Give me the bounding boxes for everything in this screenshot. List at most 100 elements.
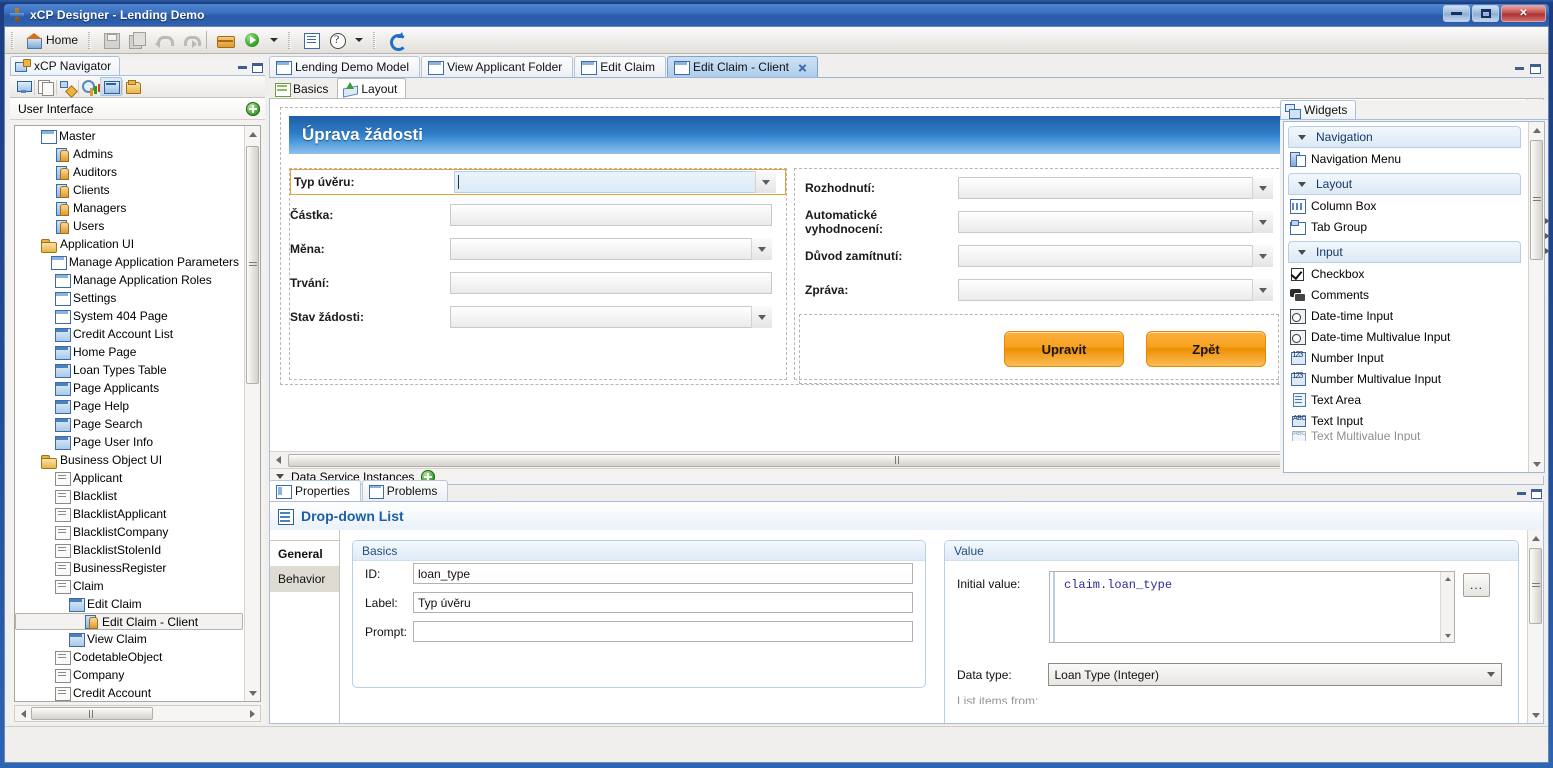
tree-item-claim[interactable]: Claim [15,577,243,595]
palette-group-layout[interactable]: Layout [1288,173,1521,195]
minimize-icon[interactable] [1517,491,1526,495]
triangle-right-icon[interactable] [1545,218,1550,224]
scroll-thumb[interactable] [246,146,259,384]
scroll-right-button[interactable] [244,706,260,721]
field-dropdown[interactable] [450,306,772,328]
palette-item-checkbox[interactable]: Checkbox [1284,263,1527,284]
toolbar-grip[interactable] [288,31,294,49]
tree-item-managers[interactable]: Managers [15,199,243,217]
properties-tab-properties[interactable]: Properties [269,480,361,501]
basics-field-input[interactable] [413,621,913,642]
properties-vertical-scrollbar[interactable] [1527,530,1543,723]
tab-widgets[interactable]: Widgets [1280,100,1357,119]
editor-vertical-scrollbar[interactable] [1440,572,1454,642]
toolbar-grip[interactable] [373,31,379,49]
tree-item-codetableobject[interactable]: CodetableObject [15,648,243,666]
properties-side-tab-behavior[interactable]: Behavior [270,566,339,592]
maximize-icon[interactable] [1531,489,1542,499]
tree-item-auditors[interactable]: Auditors [15,163,243,181]
palette-item-date-time-multivalue-input[interactable]: Date-time Multivalue Input [1284,326,1527,347]
editor-tab-edit-claim-client[interactable]: Edit Claim - Client [666,56,818,77]
tree-item-view-claim[interactable]: View Claim [15,630,243,648]
tree-item-page-help[interactable]: Page Help [15,397,243,415]
maximize-icon[interactable] [252,63,263,73]
tree-item-businessregister[interactable]: BusinessRegister [15,559,243,577]
scroll-up-button[interactable] [245,126,260,142]
tree-item-manage-application-roles[interactable]: Manage Application Roles [15,271,243,289]
browse-button[interactable]: ... [1463,573,1490,597]
dropdown-button[interactable] [751,238,772,260]
palette-item-date-time-input[interactable]: Date-time Input [1284,305,1527,326]
tree-item-blackliststolenid[interactable]: BlacklistStolenId [15,541,243,559]
dropdown-button[interactable] [1252,279,1273,301]
editor-tab-edit-claim[interactable]: Edit Claim [574,56,666,77]
basics-field-input[interactable]: loan_type [413,563,913,584]
dropdown-button[interactable] [755,171,776,193]
tree-item-credit-account-list[interactable]: Credit Account List [15,325,243,343]
triangle-down-icon[interactable] [276,474,284,479]
editor-tab-view-applicant-folder[interactable]: View Applicant Folder [421,56,574,77]
scroll-left-button[interactable] [15,706,31,721]
field-dropdown[interactable] [454,171,776,193]
tree-item-page-search[interactable]: Page Search [15,415,243,433]
scroll-thumb[interactable] [1530,140,1543,260]
tree-item-company[interactable]: Company [15,666,243,684]
inner-tab-basics[interactable]: Basics [269,78,337,98]
basics-field-input[interactable]: Typ úvěru [413,592,913,613]
navigator-tool-copy[interactable] [34,77,56,96]
triangle-right-icon[interactable] [1545,248,1550,254]
navigator-tool-model[interactable] [12,77,34,96]
field-text-input[interactable] [450,272,772,294]
field-dropdown[interactable] [958,211,1273,233]
add-green-icon[interactable] [246,101,260,116]
save-button[interactable] [98,29,124,51]
tree-item-blacklist[interactable]: Blacklist [15,487,243,505]
field-text-input[interactable] [450,204,772,226]
tree-item-settings[interactable]: Settings [15,289,243,307]
scroll-up-button[interactable] [1529,122,1544,138]
tree-item-blacklistapplicant[interactable]: BlacklistApplicant [15,505,243,523]
redo-button[interactable] [176,29,202,51]
home-button[interactable]: Home [21,29,83,51]
tasks-button[interactable] [298,29,324,51]
palette-group-input[interactable]: Input [1288,241,1521,263]
form-button-upravit[interactable]: Upravit [1004,331,1124,367]
field-dropdown[interactable] [958,245,1273,267]
run-button[interactable] [239,29,265,51]
tree-item-edit-claim-client[interactable]: Edit Claim - Client [15,613,243,630]
tree-item-home-page[interactable]: Home Page [15,343,243,361]
palette-item-comments[interactable]: Comments [1284,284,1527,305]
palette-item-navigation-menu[interactable]: Navigation Menu [1284,148,1527,169]
field-dropdown[interactable] [450,238,772,260]
tree-vertical-scrollbar[interactable] [244,126,260,701]
properties-side-tab-general[interactable]: General [270,540,339,566]
tree-item-application-ui[interactable]: Application UI [15,235,243,253]
palette-group-navigation[interactable]: Navigation [1288,126,1521,148]
tab-xcp-navigator[interactable]: xCP Navigator [10,56,121,75]
palette-item-number-input[interactable]: Number Input [1284,347,1527,368]
palette-item-column-box[interactable]: Column Box [1284,195,1527,216]
toolbar-grip[interactable] [88,31,94,49]
tree-item-credit-account[interactable]: Credit Account [15,684,243,701]
scroll-thumb[interactable] [31,707,153,720]
save-all-button[interactable] [124,29,150,51]
toolbar-grip[interactable] [11,31,16,49]
scroll-down-button[interactable] [1441,629,1454,642]
palette-item-number-multivalue-input[interactable]: Number Multivalue Input [1284,368,1527,389]
tree-item-loan-types-table[interactable]: Loan Types Table [15,361,243,379]
inner-tab-layout[interactable]: Layout [337,78,407,98]
palette-item-text-input[interactable]: Text Input [1284,410,1527,431]
help-button[interactable] [324,29,350,51]
tree-item-page-user-info[interactable]: Page User Info [15,433,243,451]
close-icon[interactable] [798,63,807,72]
palette-item-text-area[interactable]: Text Area [1284,389,1527,410]
editor-tab-lending-demo-model[interactable]: Lending Demo Model [269,56,421,77]
field-dropdown[interactable] [958,177,1273,199]
tree-item-admins[interactable]: Admins [15,145,243,163]
run-dropdown-button[interactable] [265,29,283,51]
scroll-down-button[interactable] [1529,456,1544,472]
palette-vertical-scrollbar[interactable] [1528,122,1544,472]
tree-item-edit-claim[interactable]: Edit Claim [15,595,243,613]
minimize-button[interactable] [1443,5,1470,22]
dropdown-button[interactable] [1252,211,1273,233]
